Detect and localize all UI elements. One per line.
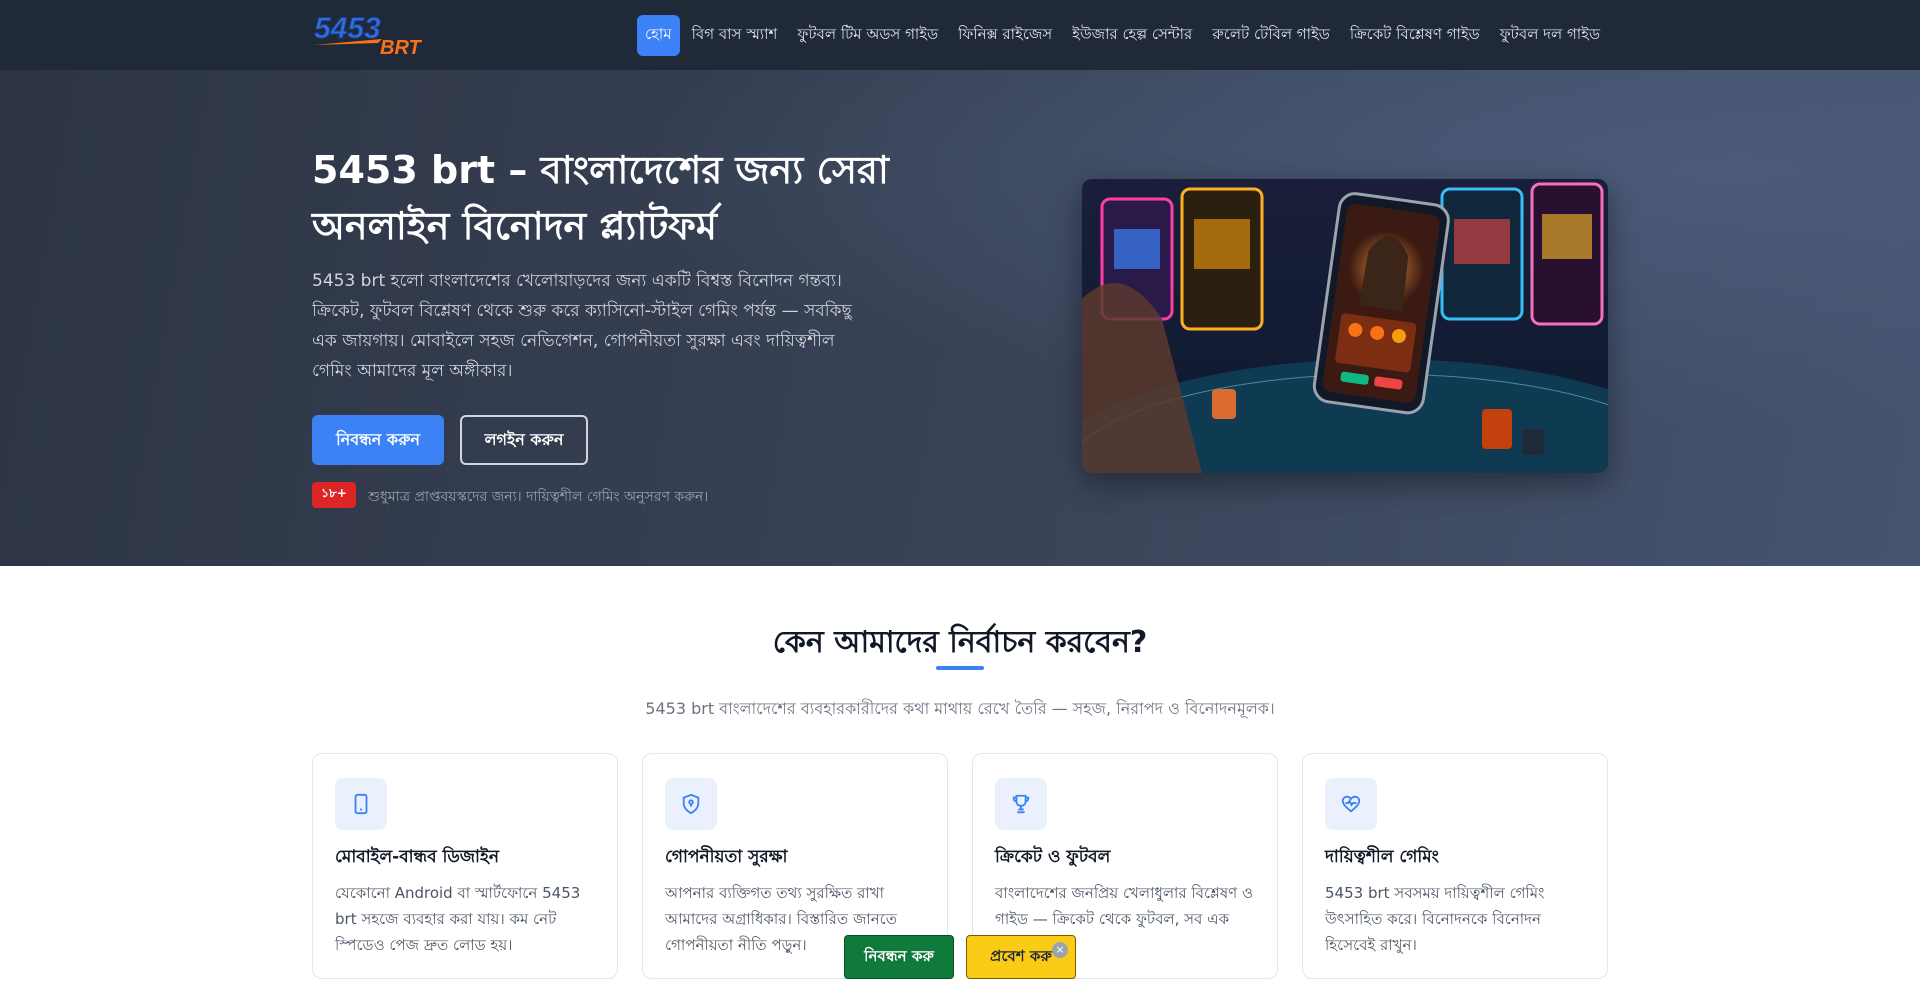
card-title: গোপনীয়তা সুরক্ষা [665,847,788,867]
register-button[interactable]: নিবন্ধন করুন [312,415,444,465]
nav-item-help-center[interactable]: ইউজার হেল্প সেন্টার [1064,15,1200,56]
heart-pulse-icon [1325,778,1377,830]
feature-card-mobile: মোবাইল-বান্ধব ডিজাইন যেকোনো Android বা স… [312,753,618,979]
trophy-icon [995,778,1047,830]
card-text: 5453 brt সবসময় দায়িত্বশীল গেমিং উৎসাহি… [1325,884,1545,954]
card-title: দায়িত্বশীল গেমিং [1325,847,1439,867]
hero-title: 5453 brt – বাংলাদেশের জন্য সেরা অনলাইন ব… [312,148,889,248]
age-restriction-badge: ১৮+ [312,482,356,508]
hero-section: 5453 brt – বাংলাদেশের জন্য সেরা অনলাইন ব… [0,70,1920,566]
age-note: শুধুমাত্র প্রাপ্তবয়স্কদের জন্য। দায়িত্… [368,489,709,505]
title-underline [936,666,984,670]
main-nav: হোম বিগ বাস স্ম্যাশ ফুটবল টিম অডস গাইড ফ… [636,15,1608,56]
site-logo[interactable]: 5453 BRT [312,12,464,60]
shield-icon [665,778,717,830]
svg-text:BRT: BRT [380,37,423,58]
nav-item-roulette-guide[interactable]: রুলেট টেবিল গাইড [1204,15,1338,56]
nav-item-phoenix-rises[interactable]: ফিনিক্স রাইজেস [950,15,1060,56]
login-button[interactable]: লগইন করুন [460,415,588,465]
feature-cards: মোবাইল-বান্ধব ডিজাইন যেকোনো Android বা স… [312,753,1608,979]
nav-item-football-odds-guide[interactable]: ফুটবল টিম অডস গাইড [789,15,946,56]
why-section-title: কেন আমাদের নির্বাচন করবেন? [772,625,1148,660]
card-text: যেকোনো Android বা স্মার্টফোনে 5453 brt স… [335,884,581,954]
floating-register-button[interactable]: নিবন্ধন করু [844,935,954,979]
hero-description: 5453 brt হলো বাংলাদেশের খেলোয়াড়দের জন্… [312,271,852,381]
close-icon[interactable]: × [1052,942,1068,958]
card-title: মোবাইল-বান্ধব ডিজাইন [335,847,499,867]
nav-item-football-team-guide[interactable]: ফুটবল দল গাইড [1492,15,1608,56]
card-title: ক্রিকেট ও ফুটবল [995,847,1111,867]
top-navbar: 5453 BRT হোম বিগ বাস স্ম্যাশ ফুটবল টিম অ… [0,0,1920,70]
feature-card-responsible: দায়িত্বশীল গেমিং 5453 brt সবসময় দায়িত… [1302,753,1608,979]
nav-item-big-bass-splash[interactable]: বিগ বাস স্ম্যাশ [684,15,786,56]
nav-item-home[interactable]: হোম [636,15,680,56]
hero-casino-image [1082,179,1608,473]
nav-item-cricket-guide[interactable]: ক্রিকেট বিশ্লেষণ গাইড [1342,15,1488,56]
smartphone-icon [335,778,387,830]
why-section-subtitle: 5453 brt বাংলাদেশের ব্যবহারকারীদের কথা ম… [645,699,1275,718]
